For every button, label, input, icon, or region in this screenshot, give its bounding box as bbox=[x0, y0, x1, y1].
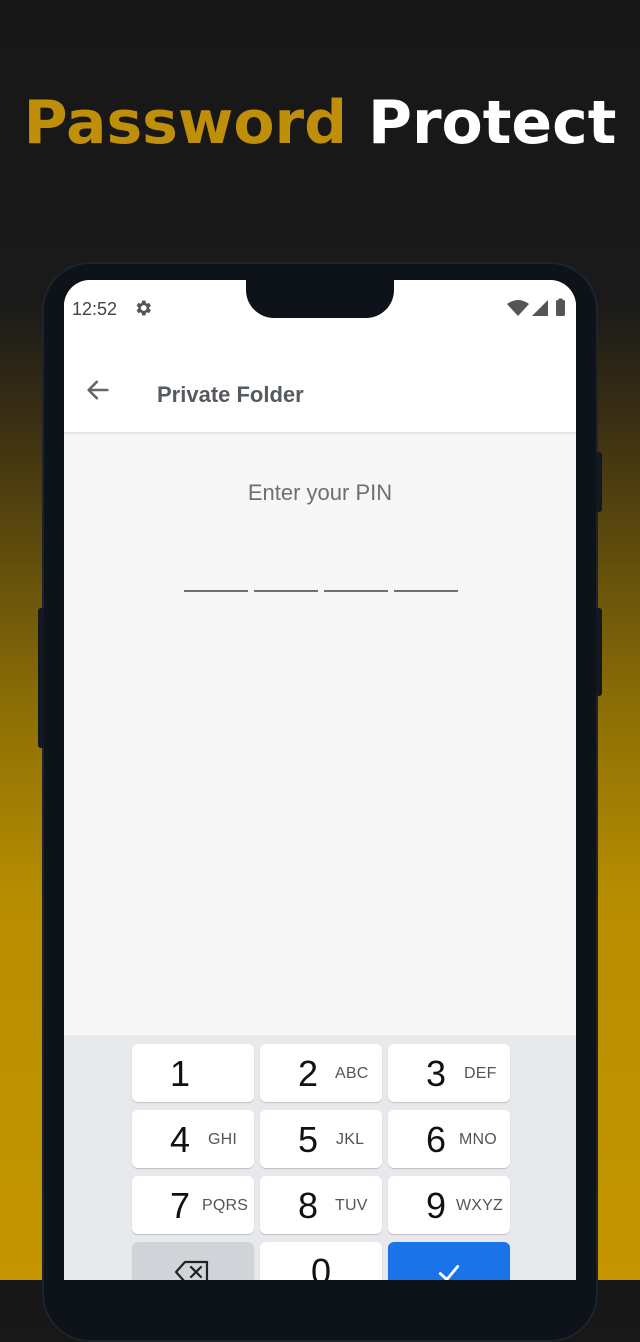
wifi-icon bbox=[507, 300, 529, 316]
key-7[interactable]: 7 PQRS bbox=[132, 1176, 254, 1234]
key-4[interactable]: 4 GHI bbox=[132, 1110, 254, 1168]
key-1[interactable]: 1 bbox=[132, 1044, 254, 1102]
back-arrow-icon[interactable] bbox=[84, 376, 112, 404]
numeric-keypad: 1 2 ABC 3 DEF 4 GHI 5 JKL 6 MNO 7 PQRS 8… bbox=[64, 1035, 576, 1280]
pin-slot bbox=[254, 590, 318, 592]
app-bar: Private Folder bbox=[64, 340, 576, 434]
key-8[interactable]: 8 TUV bbox=[260, 1176, 382, 1234]
headline-word-password: Password bbox=[23, 88, 348, 158]
pin-slot bbox=[184, 590, 248, 592]
confirm-button[interactable] bbox=[388, 1242, 510, 1280]
key-9[interactable]: 9 WXYZ bbox=[388, 1176, 510, 1234]
promo-headline: Password Protect bbox=[0, 88, 640, 158]
key-5[interactable]: 5 JKL bbox=[260, 1110, 382, 1168]
pin-entry-field[interactable] bbox=[184, 590, 464, 594]
gear-icon bbox=[136, 300, 151, 316]
phone-side-button bbox=[38, 608, 44, 748]
phone-screen: 12:52 Private Folder Enter your PIN 1 2 … bbox=[64, 280, 576, 1280]
phone-side-button bbox=[596, 452, 602, 512]
key-0[interactable]: 0 bbox=[260, 1242, 382, 1280]
battery-icon bbox=[556, 300, 565, 316]
page-title: Private Folder bbox=[157, 382, 304, 407]
headline-word-protect: Protect bbox=[367, 88, 617, 158]
key-3[interactable]: 3 DEF bbox=[388, 1044, 510, 1102]
phone-notch bbox=[246, 280, 394, 318]
key-2[interactable]: 2 ABC bbox=[260, 1044, 382, 1102]
status-time: 12:52 bbox=[72, 299, 118, 319]
system-status-icons bbox=[507, 298, 565, 316]
checkmark-icon bbox=[438, 1265, 460, 1280]
pin-slot bbox=[394, 590, 458, 592]
key-6[interactable]: 6 MNO bbox=[388, 1110, 510, 1168]
backspace-icon bbox=[174, 1260, 209, 1280]
backspace-key[interactable] bbox=[132, 1242, 254, 1280]
pin-prompt: Enter your PIN bbox=[247, 480, 393, 505]
phone-side-button bbox=[596, 608, 602, 696]
pin-slot bbox=[324, 590, 388, 592]
signal-icon bbox=[532, 300, 548, 316]
